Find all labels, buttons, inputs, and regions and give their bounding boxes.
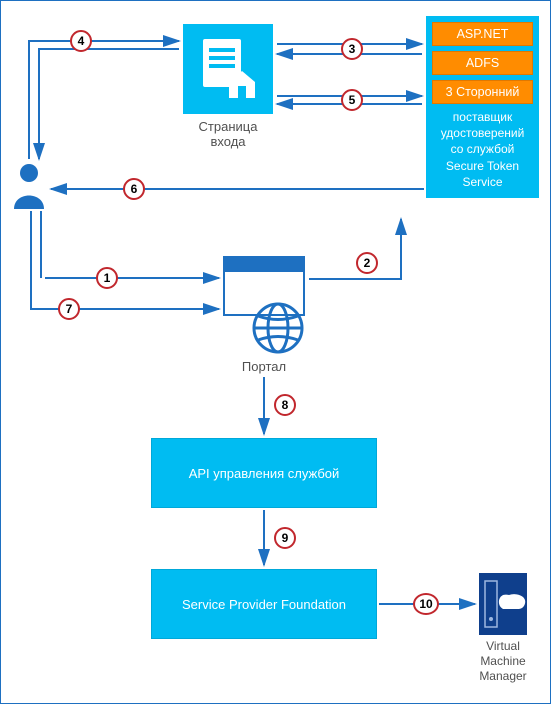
node-vmm-label: Virtual Machine Manager [467, 639, 539, 684]
node-portal-label: Портал [223, 359, 305, 374]
node-vmm [479, 573, 527, 635]
idp-option-aspnet: ASP.NET [432, 22, 533, 46]
node-spf-label: Service Provider Foundation [182, 597, 346, 612]
diagram-canvas: Страница входа ASP.NET ADFS 3 Сторонний … [0, 0, 551, 704]
node-login-page-label: Страница входа [183, 119, 273, 149]
step-badge-9: 9 [274, 527, 296, 549]
step-badge-3: 3 [341, 38, 363, 60]
step-badge-5: 5 [341, 89, 363, 111]
window-titlebar-icon [225, 258, 303, 272]
idp-description: поставщик удостоверений со службой Secur… [432, 109, 533, 190]
step-badge-1: 1 [96, 267, 118, 289]
globe-icon [251, 301, 305, 355]
idp-option-adfs: ADFS [432, 51, 533, 75]
step-badge-10: 10 [413, 593, 439, 615]
node-identity-provider: ASP.NET ADFS 3 Сторонний поставщик удост… [426, 16, 539, 198]
step-badge-4: 4 [70, 30, 92, 52]
node-spf: Service Provider Foundation [151, 569, 377, 639]
document-home-icon [193, 34, 263, 104]
node-api-management: API управления службой [151, 438, 377, 508]
step-badge-6: 6 [123, 178, 145, 200]
step-badge-8: 8 [274, 394, 296, 416]
node-login-page [183, 24, 273, 114]
user-icon [11, 161, 47, 211]
node-api-management-label: API управления службой [189, 466, 340, 481]
step-badge-7: 7 [58, 298, 80, 320]
step-badge-2: 2 [356, 252, 378, 274]
idp-option-thirdparty: 3 Сторонний [432, 80, 533, 104]
